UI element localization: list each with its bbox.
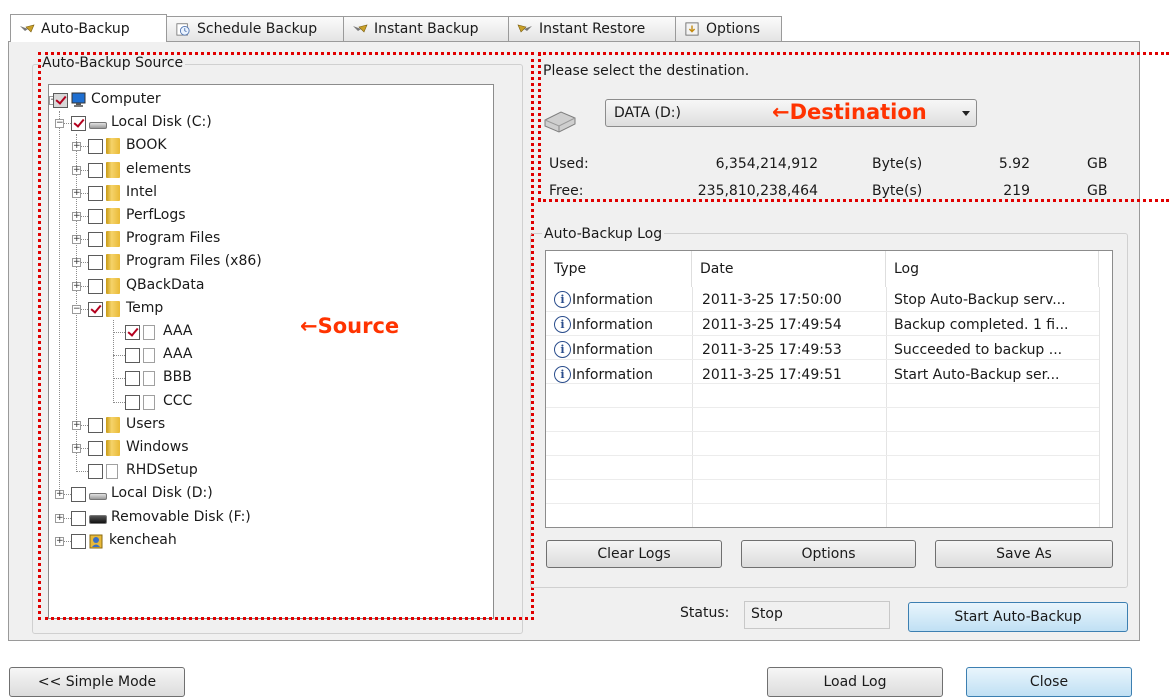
column-header-date[interactable]: Date <box>692 251 886 287</box>
used-label: Used: <box>549 156 589 172</box>
free-size-unit: GB <box>1087 183 1108 199</box>
destination-prompt: Please select the destination. <box>543 63 750 79</box>
tab-auto-backup[interactable]: Auto-Backup <box>10 14 167 42</box>
log-cell-type: Information <box>572 317 654 333</box>
log-row[interactable]: i Information 2011-3-25 17:49:54 Backup com… <box>546 313 1099 337</box>
start-auto-backup-button[interactable]: Start Auto-Backup <box>908 602 1128 632</box>
chevron-down-icon <box>962 111 970 116</box>
tab-options[interactable]: Options <box>675 16 782 41</box>
log-cell-log: Stop Auto-Backup serv... <box>894 292 1066 308</box>
used-size: 5.92 <box>998 156 1030 172</box>
source-annotation: ←Source <box>300 314 400 338</box>
information-icon: i <box>554 291 571 308</box>
status-label: Status: <box>680 605 730 621</box>
save-as-button[interactable]: Save As <box>935 540 1113 568</box>
tab-instant-backup[interactable]: Instant Backup <box>343 16 509 41</box>
used-unit: Byte(s) <box>872 156 923 172</box>
log-options-button[interactable]: Options <box>741 540 916 568</box>
hard-drive-icon <box>544 111 576 133</box>
log-cell-type: Information <box>572 292 654 308</box>
log-group-label: Auto-Backup Log <box>542 226 665 242</box>
free-unit: Byte(s) <box>872 183 923 199</box>
options-icon <box>685 22 699 36</box>
tab-schedule-backup[interactable]: Schedule Backup <box>166 16 344 41</box>
destination-selected: DATA (D:) <box>614 105 681 121</box>
used-size-unit: GB <box>1087 156 1108 172</box>
log-row[interactable]: i Information 2011-3-25 17:50:00 Stop Auto-… <box>546 288 1099 312</box>
log-table[interactable]: Type Date Log i Information 2011-3-25 17:5… <box>545 250 1113 528</box>
backup-wand-icon <box>20 24 35 33</box>
source-highlight-box <box>38 52 534 620</box>
information-icon: i <box>554 341 571 358</box>
log-cell-date: 2011-3-25 17:50:00 <box>702 292 842 308</box>
load-log-button[interactable]: Load Log <box>767 667 943 697</box>
log-cell-log: Backup completed. 1 fi... <box>894 317 1069 333</box>
free-label: Free: <box>549 183 584 199</box>
close-button[interactable]: Close <box>966 667 1132 697</box>
used-bytes: 6,354,214,912 <box>715 156 818 172</box>
simple-mode-button[interactable]: << Simple Mode <box>9 667 185 697</box>
column-header-type[interactable]: Type <box>546 251 692 287</box>
destination-annotation: ←Destination <box>772 100 927 124</box>
restore-wand-icon <box>517 24 532 33</box>
clock-icon <box>176 23 190 36</box>
information-icon: i <box>554 366 571 383</box>
status-field: Stop <box>744 601 890 629</box>
free-size: 219 <box>1003 183 1030 199</box>
log-cell-date: 2011-3-25 17:49:54 <box>702 317 842 333</box>
free-bytes: 235,810,238,464 <box>697 183 818 199</box>
backup-wand-icon <box>353 24 368 33</box>
tab-instant-restore[interactable]: Instant Restore <box>508 16 676 41</box>
clear-logs-button[interactable]: Clear Logs <box>546 540 722 568</box>
column-header-log[interactable]: Log <box>886 251 1099 287</box>
information-icon: i <box>554 316 571 333</box>
